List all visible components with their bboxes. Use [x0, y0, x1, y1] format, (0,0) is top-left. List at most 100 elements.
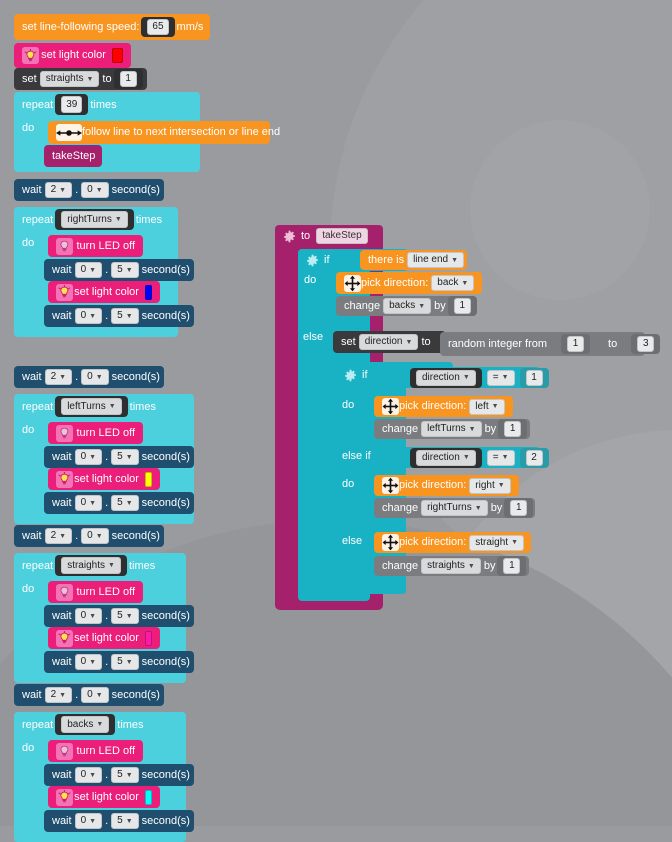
change-backs-block[interactable]: change backs ▼ by 1 [336, 296, 477, 316]
color-swatch[interactable] [144, 630, 152, 646]
random-integer-block[interactable]: random integer from 1 to 3 [440, 332, 661, 356]
change-variable-dropdown[interactable]: rightTurns ▼ [421, 500, 488, 516]
variable-dropdown[interactable]: straights ▼ [39, 71, 100, 87]
change-value-socket[interactable]: 1 [498, 419, 528, 439]
procedure-header[interactable]: to takeStep [275, 225, 383, 247]
wait-block[interactable]: wait 0 ▼. 5 ▼ second(s) [44, 492, 194, 514]
operand-value-field[interactable]: 2 [525, 449, 543, 466]
repeat-variable-dropdown[interactable]: rightTurns ▼ [61, 211, 128, 228]
wait-block[interactable]: wait 0 ▼. 5 ▼ second(s) [44, 305, 194, 327]
wait-block[interactable]: wait 2 ▼. 0 ▼ second(s) [14, 684, 164, 706]
direction-option-dropdown[interactable]: left ▼ [469, 398, 505, 415]
wait-seconds-dropdown[interactable]: 0 ▼ [74, 495, 103, 511]
color-swatch[interactable] [111, 48, 123, 63]
operand-value-field[interactable]: 1 [525, 369, 543, 386]
wait-block[interactable]: wait 0 ▼. 5 ▼ second(s) [44, 605, 194, 627]
wait-seconds-dropdown[interactable]: 0 ▼ [74, 767, 103, 783]
wait-seconds-dropdown[interactable]: 0 ▼ [74, 608, 103, 624]
wait-seconds-dropdown[interactable]: 0 ▼ [74, 813, 103, 829]
wait-seconds-dropdown[interactable]: 0 ▼ [74, 262, 103, 278]
wait-block[interactable]: wait 2 ▼. 0 ▼ second(s) [14, 366, 164, 388]
pick-direction-straight-block[interactable]: pick direction: straight ▼ [374, 532, 531, 553]
color-swatch[interactable] [144, 471, 152, 487]
change-value-field[interactable]: 1 [453, 298, 471, 314]
wait-decimal-dropdown[interactable]: 0 ▼ [81, 182, 109, 198]
wait-block[interactable]: wait 2 ▼. 0 ▼ second(s) [14, 179, 164, 201]
repeat-header[interactable]: repeat backs ▼ times [14, 712, 186, 737]
wait-block[interactable]: wait 0 ▼. 5 ▼ second(s) [44, 651, 194, 673]
wait-decimal-dropdown[interactable]: 0 ▼ [81, 687, 109, 703]
there-is-sensor-block[interactable]: there is line end ▼ [360, 250, 467, 270]
left-operand-socket[interactable]: direction ▼ [410, 447, 482, 468]
repeat-variable-dropdown[interactable]: leftTurns ▼ [61, 398, 122, 415]
turn-led-off-block[interactable]: turn LED off [48, 740, 143, 762]
comparison-block-2[interactable]: direction ▼ = ▼ 2 [400, 447, 549, 468]
pick-direction-left-block[interactable]: pick direction: left ▼ [374, 396, 513, 417]
direction-option-dropdown[interactable]: right ▼ [469, 477, 511, 494]
change-straights-block[interactable]: change straights ▼ by 1 [374, 556, 529, 576]
wait-decimal-dropdown[interactable]: 5 ▼ [111, 262, 139, 278]
wait-decimal-dropdown[interactable]: 5 ▼ [111, 308, 139, 324]
speed-value-socket[interactable]: 65 [141, 17, 175, 37]
direction-option-dropdown[interactable]: straight ▼ [469, 534, 524, 551]
change-variable-dropdown[interactable]: leftTurns ▼ [421, 421, 482, 437]
left-operand-socket[interactable]: direction ▼ [410, 367, 482, 388]
value-socket[interactable]: 1 [113, 69, 143, 89]
random-from-field[interactable]: 1 [567, 336, 585, 352]
operator-dropdown[interactable]: = ▼ [486, 449, 515, 466]
repeat-header[interactable]: repeat 39 times [14, 92, 200, 117]
repeat-count-socket[interactable]: rightTurns ▼ [55, 209, 134, 230]
color-swatch[interactable] [144, 789, 152, 805]
set-light-color-block[interactable]: set light color [48, 786, 160, 808]
random-from-socket[interactable]: 1 [561, 334, 591, 354]
set-direction-block[interactable]: set direction ▼ to [333, 331, 446, 353]
color-swatch[interactable] [144, 284, 152, 300]
wait-block[interactable]: wait 0 ▼. 5 ▼ second(s) [44, 810, 194, 832]
wait-seconds-dropdown[interactable]: 2 ▼ [44, 687, 73, 703]
change-value-socket[interactable]: 1 [447, 296, 477, 316]
wait-seconds-dropdown[interactable]: 0 ▼ [74, 308, 103, 324]
repeat-header[interactable]: repeat leftTurns ▼ times [14, 394, 194, 419]
operand-variable-dropdown[interactable]: direction ▼ [416, 369, 476, 386]
sensor-option-dropdown[interactable]: line end ▼ [407, 252, 465, 268]
repeat-count-socket[interactable]: backs ▼ [55, 714, 116, 735]
direction-variable-dropdown[interactable]: direction ▼ [358, 334, 419, 350]
set-light-color-block[interactable]: set light color [48, 627, 160, 649]
wait-decimal-dropdown[interactable]: 5 ▼ [111, 608, 139, 624]
repeat-variable-dropdown[interactable]: straights ▼ [61, 557, 121, 574]
set-light-color-block[interactable]: set light color [48, 281, 160, 303]
repeat-variable-dropdown[interactable]: backs ▼ [61, 716, 110, 733]
repeat-header[interactable]: repeat straights ▼ times [14, 553, 186, 578]
set-light-color-block[interactable]: set light color [48, 468, 160, 490]
operator-dropdown[interactable]: = ▼ [486, 369, 515, 386]
change-value-field[interactable]: 1 [503, 558, 521, 574]
repeat-count-socket[interactable]: 39 [55, 94, 89, 115]
repeat-count-field[interactable]: 39 [61, 96, 83, 113]
turn-led-off-block[interactable]: turn LED off [48, 422, 143, 444]
wait-seconds-dropdown[interactable]: 0 ▼ [74, 654, 103, 670]
operand-variable-dropdown[interactable]: direction ▼ [416, 449, 476, 466]
set-speed-block[interactable]: set line-following speed: 65 mm/s [14, 14, 210, 40]
repeat-count-socket[interactable]: straights ▼ [55, 555, 127, 576]
wait-decimal-dropdown[interactable]: 5 ▼ [111, 449, 139, 465]
change-value-field[interactable]: 1 [510, 500, 528, 516]
change-variable-dropdown[interactable]: straights ▼ [421, 558, 481, 574]
wait-decimal-dropdown[interactable]: 5 ▼ [111, 767, 139, 783]
wait-block[interactable]: wait 0 ▼. 5 ▼ second(s) [44, 764, 194, 786]
wait-decimal-dropdown[interactable]: 5 ▼ [111, 495, 139, 511]
set-variable-block[interactable]: set straights ▼ to 1 [14, 68, 147, 90]
wait-decimal-dropdown[interactable]: 0 ▼ [81, 369, 109, 385]
change-rightturns-block[interactable]: change rightTurns ▼ by 1 [374, 498, 535, 518]
wait-block[interactable]: wait 2 ▼. 0 ▼ second(s) [14, 525, 164, 547]
change-variable-dropdown[interactable]: backs ▼ [383, 298, 432, 314]
right-operand-socket[interactable]: 1 [519, 367, 549, 388]
wait-block[interactable]: wait 0 ▼. 5 ▼ second(s) [44, 446, 194, 468]
change-value-field[interactable]: 1 [504, 421, 522, 437]
follow-line-block[interactable]: follow line to next intersection or line… [48, 121, 280, 144]
wait-seconds-dropdown[interactable]: 2 ▼ [44, 182, 73, 198]
turn-led-off-block[interactable]: turn LED off [48, 581, 143, 603]
direction-option-dropdown[interactable]: back ▼ [431, 275, 475, 291]
turn-led-off-block[interactable]: turn LED off [48, 235, 143, 257]
wait-decimal-dropdown[interactable]: 5 ▼ [111, 654, 139, 670]
procedure-name-field[interactable]: takeStep [316, 228, 368, 244]
